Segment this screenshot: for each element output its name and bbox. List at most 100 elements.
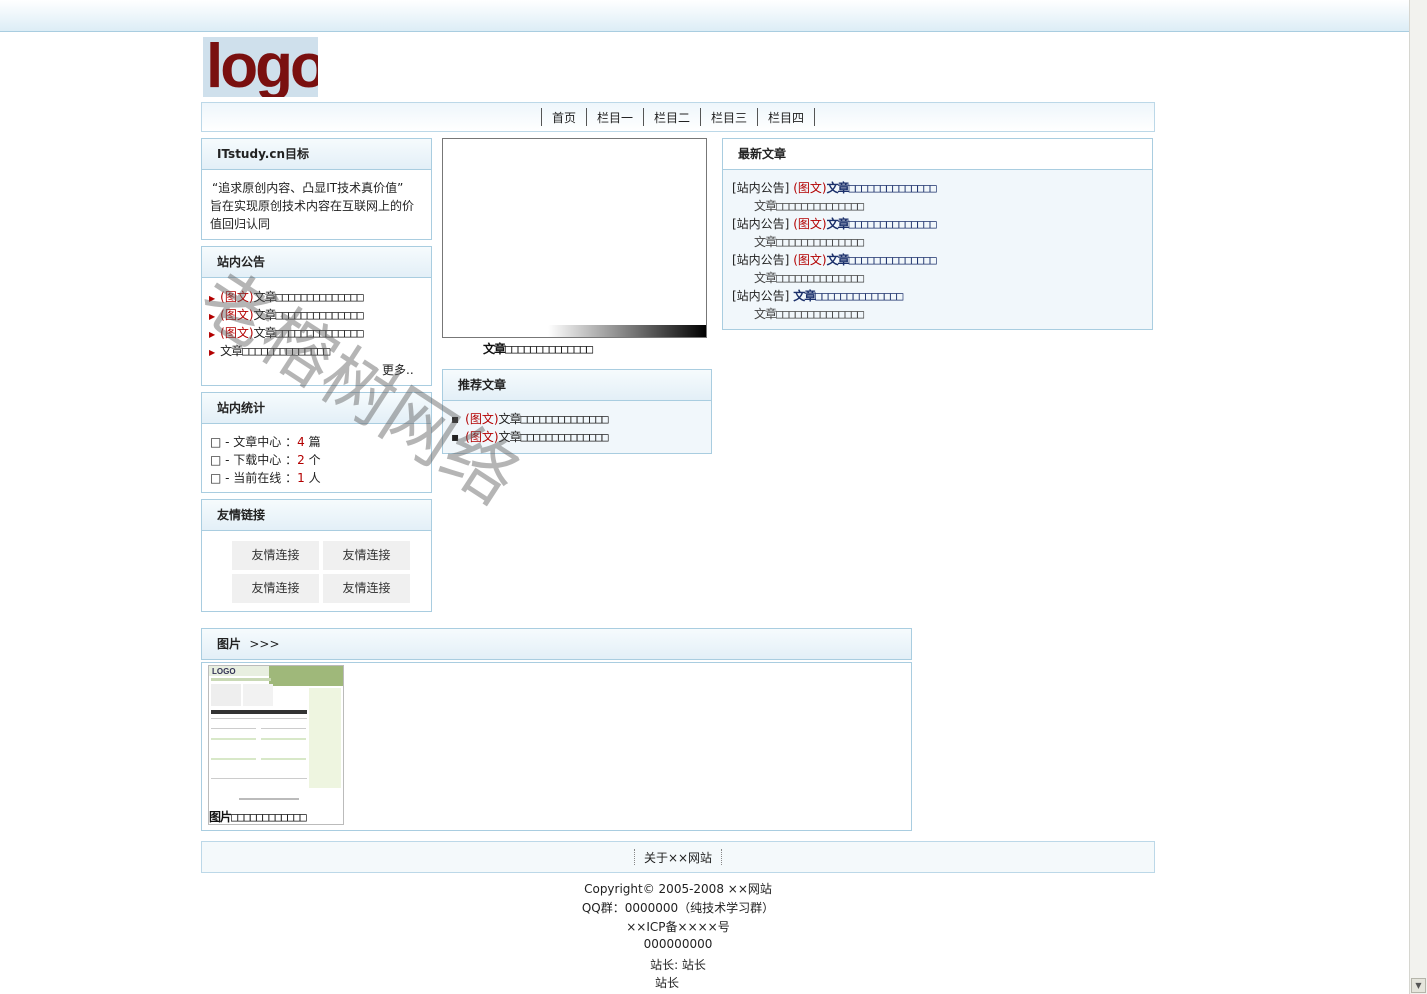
links-box-title: 友情链接 xyxy=(202,500,431,531)
item-tag: (图文) xyxy=(220,326,254,340)
icp-text: ××ICP备××××号 xyxy=(626,920,730,934)
item-text: 文章□□□□□□□□□□□□□□ xyxy=(220,344,330,358)
footer-separator xyxy=(633,849,635,865)
stat-label: □ - 当前在线 ： xyxy=(210,471,298,485)
article-subtitle: 文章□□□□□□□□□□□□□□ xyxy=(754,271,864,285)
article-row[interactable]: [站内公告] (图文)文章□□□□□□□□□□□□□□ xyxy=(732,251,937,268)
friend-link[interactable]: 友情连接 xyxy=(232,574,319,603)
copyright-text: Copyright© 2005-2008 ××网站 xyxy=(584,882,772,896)
list-item[interactable]: ▪ (图文)文章□□□□□□□□□□□□□□ xyxy=(451,428,609,445)
list-item[interactable]: ▪ (图文)文章□□□□□□□□□□□□□□ xyxy=(451,410,609,427)
stats-box: 站内统计 □ - 文章中心 ：4 篇 □ - 下载中心 ：2 个 □ - 当前在… xyxy=(201,392,432,493)
article-subtitle: 文章□□□□□□□□□□□□□□ xyxy=(754,307,864,321)
thumbnail-caption[interactable]: 图片□□□□□□□□□□□□ xyxy=(209,808,307,824)
links-box: 友情链接 友情连接 友情连接 友情连接 友情连接 xyxy=(201,499,432,612)
stat-unit: 人 xyxy=(308,471,321,485)
webmaster-text: 站长: 站长 xyxy=(650,958,706,972)
goal-line-3: 值回归认同 xyxy=(210,217,271,231)
article-category: [站内公告] xyxy=(732,253,790,267)
article-row[interactable]: [站内公告] (图文)文章□□□□□□□□□□□□□□ xyxy=(732,179,937,196)
dot-bullet-icon: ▪ xyxy=(451,430,460,444)
stat-unit: 篇 xyxy=(308,435,321,449)
friend-link[interactable]: 友情连接 xyxy=(323,541,410,570)
item-text: 文章□□□□□□□□□□□□□□ xyxy=(498,430,609,444)
nav-item-column-2[interactable]: 栏目二 xyxy=(644,109,700,126)
main-nav: 首页 栏目一 栏目二 栏目三 栏目四 xyxy=(201,102,1155,132)
article-category: [站内公告] xyxy=(732,217,790,231)
item-tag: (图文) xyxy=(220,290,254,304)
item-text: 文章□□□□□□□□□□□□□□ xyxy=(253,308,364,322)
more-link[interactable]: 更多.. xyxy=(382,361,414,378)
stat-row: □ - 当前在线 ：1 人 xyxy=(210,469,321,486)
arrow-bullet-icon: ▶ xyxy=(209,330,216,339)
picture-thumbnail[interactable]: LOGO 图片□□□□□□□□□□□□ xyxy=(208,665,344,825)
number-text: 000000000 xyxy=(643,937,713,951)
footer-bar: 关于××网站 xyxy=(201,841,1155,873)
stat-label: □ - 下载中心 ： xyxy=(210,453,298,467)
webmaster-text-2: 站长 xyxy=(654,976,679,990)
pictures-title-wrap: 图片 >>> xyxy=(202,629,911,659)
pictures-more-arrow[interactable]: >>> xyxy=(249,637,279,651)
goal-box: ITstudy.cn目标 “追求原创内容、凸显IT技术真价值” 旨在实现原创技术… xyxy=(201,138,432,240)
goal-line-2: 旨在实现原创技术内容在互联网上的价 xyxy=(210,199,415,213)
nav-item-column-3[interactable]: 栏目三 xyxy=(701,109,757,126)
list-item[interactable]: ▶ 文章□□□□□□□□□□□□□□ xyxy=(209,342,330,359)
goal-line-1: “追求原创内容、凸显IT技术真价值” xyxy=(212,181,404,195)
stats-box-title: 站内统计 xyxy=(202,393,431,424)
browser-top-strip xyxy=(0,0,1410,32)
stat-label: □ - 文章中心 ： xyxy=(210,435,298,449)
article-title: 文章□□□□□□□□□□□□□□ xyxy=(826,181,937,195)
recommend-box-title: 推荐文章 xyxy=(443,370,711,401)
item-text: 文章□□□□□□□□□□□□□□ xyxy=(253,326,364,340)
nav-item-column-4[interactable]: 栏目四 xyxy=(758,109,814,126)
qq-group-text: QQ群：0000000（纯技术学习群） xyxy=(581,901,775,915)
article-tag: (图文) xyxy=(793,181,827,195)
dot-bullet-icon: ▪ xyxy=(451,412,460,426)
about-link[interactable]: 关于××网站 xyxy=(644,849,712,866)
list-item[interactable]: ▶ (图文)文章□□□□□□□□□□□□□□ xyxy=(209,324,364,341)
arrow-bullet-icon: ▶ xyxy=(209,312,216,321)
article-category: [站内公告] xyxy=(732,181,790,195)
item-text: 文章□□□□□□□□□□□□□□ xyxy=(498,412,609,426)
article-tag: (图文) xyxy=(793,217,827,231)
article-row[interactable]: [站内公告] (图文)文章□□□□□□□□□□□□□□ xyxy=(732,215,937,232)
article-subtitle: 文章□□□□□□□□□□□□□□ xyxy=(754,199,864,213)
notice-box: 站内公告 ▶ (图文)文章□□□□□□□□□□□□□□ ▶ (图文)文章□□□□□□… xyxy=(201,246,432,386)
item-tag: (图文) xyxy=(220,308,254,322)
item-tag: (图文) xyxy=(465,430,499,444)
slideshow-gradient-bar xyxy=(443,325,706,337)
scroll-down-arrow-icon[interactable]: ▼ xyxy=(1411,978,1426,993)
stat-row: □ - 下载中心 ：2 个 xyxy=(210,451,321,468)
stat-row: □ - 文章中心 ：4 篇 xyxy=(210,433,321,450)
pictures-title: 图片 xyxy=(217,637,242,651)
article-title: 文章□□□□□□□□□□□□□□ xyxy=(826,217,937,231)
list-item[interactable]: ▶ (图文)文章□□□□□□□□□□□□□□ xyxy=(209,288,364,305)
nav-item-column-1[interactable]: 栏目一 xyxy=(587,109,643,126)
stat-value: 1 xyxy=(297,471,305,485)
article-subtitle: 文章□□□□□□□□□□□□□□ xyxy=(754,235,864,249)
article-title: 文章□□□□□□□□□□□□□□ xyxy=(793,289,903,303)
item-text: 文章□□□□□□□□□□□□□□ xyxy=(253,290,364,304)
vertical-scrollbar[interactable]: ▼ xyxy=(1409,0,1427,994)
item-tag: (图文) xyxy=(465,412,499,426)
friend-link[interactable]: 友情连接 xyxy=(232,541,319,570)
site-logo[interactable]: logo xyxy=(203,37,318,97)
arrow-bullet-icon: ▶ xyxy=(209,294,216,303)
nav-item-home[interactable]: 首页 xyxy=(542,109,586,126)
list-item[interactable]: ▶ (图文)文章□□□□□□□□□□□□□□ xyxy=(209,306,364,323)
stat-value: 4 xyxy=(297,435,305,449)
latest-box: 最新文章 [站内公告] (图文)文章□□□□□□□□□□□□□□ 文章□□□□□… xyxy=(722,138,1153,330)
nav-separator xyxy=(814,108,816,126)
friend-link[interactable]: 友情连接 xyxy=(323,574,410,603)
notice-box-title: 站内公告 xyxy=(202,247,431,278)
arrow-bullet-icon: ▶ xyxy=(209,348,216,357)
recommend-box: 推荐文章 ▪ (图文)文章□□□□□□□□□□□□□□ ▪ (图文)文章□□□□□□… xyxy=(442,369,712,454)
slideshow[interactable] xyxy=(442,138,707,338)
article-title: 文章□□□□□□□□□□□□□□ xyxy=(826,253,937,267)
article-row[interactable]: [站内公告] 文章□□□□□□□□□□□□□□ xyxy=(732,287,903,304)
latest-box-title: 最新文章 xyxy=(723,139,1152,170)
article-tag: (图文) xyxy=(793,253,827,267)
slideshow-caption[interactable]: 文章□□□□□□□□□□□□□□ xyxy=(483,340,593,357)
thumbnail-preview-image: LOGO xyxy=(209,666,343,806)
thumbnail-logo-text: LOGO xyxy=(212,667,236,676)
